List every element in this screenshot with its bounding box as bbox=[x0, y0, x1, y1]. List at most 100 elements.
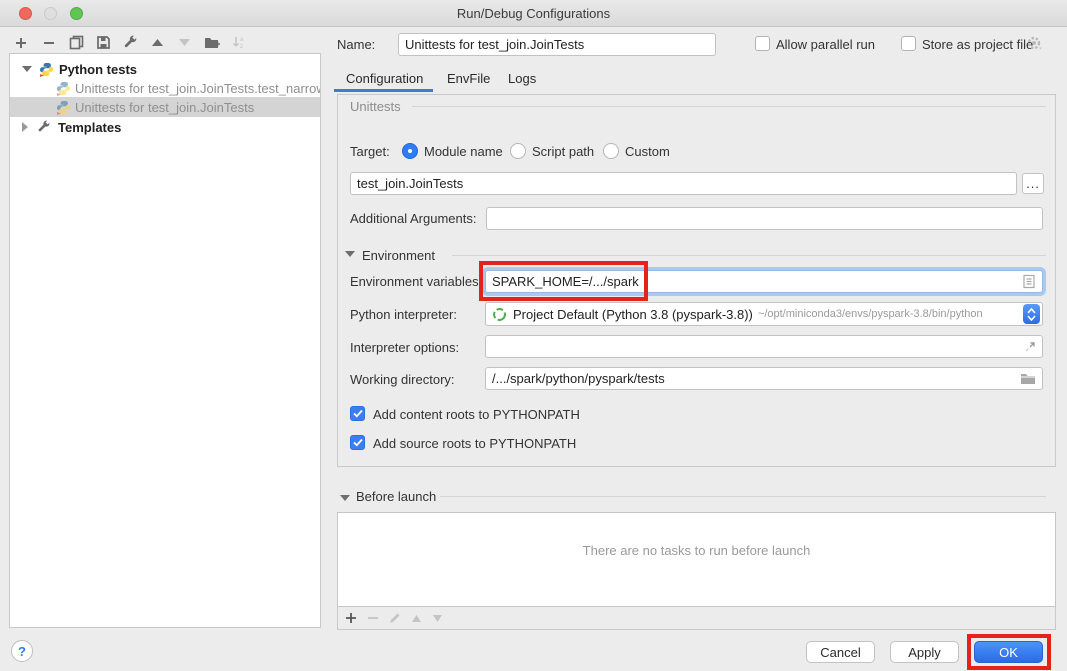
store-as-project-file-checkbox[interactable] bbox=[901, 36, 916, 51]
apply-button[interactable]: Apply bbox=[890, 641, 959, 663]
sort-configurations-icon: az bbox=[231, 34, 248, 51]
environment-variables-label: Environment variables: bbox=[350, 274, 482, 289]
task-move-down-icon bbox=[432, 614, 443, 623]
interpreter-options-label: Interpreter options: bbox=[350, 340, 459, 355]
module-name-value: test_join.JoinTests bbox=[357, 176, 463, 191]
interpreter-options-input[interactable] bbox=[485, 335, 1043, 358]
module-name-input[interactable]: test_join.JoinTests bbox=[350, 172, 1017, 195]
tree-item-python-tests[interactable]: Python tests bbox=[10, 59, 320, 79]
tree-item-templates[interactable]: Templates bbox=[10, 117, 320, 137]
svg-text:a: a bbox=[240, 37, 244, 43]
environment-variables-input[interactable]: SPARK_HOME=/.../spark bbox=[485, 270, 1043, 293]
tree-item-label: Templates bbox=[58, 120, 121, 135]
additional-arguments-label: Additional Arguments: bbox=[350, 211, 476, 226]
interpreter-dropdown-stepper-icon[interactable] bbox=[1023, 304, 1040, 324]
radio-script-path-label: Script path bbox=[532, 144, 594, 159]
remove-configuration-icon[interactable] bbox=[40, 34, 57, 51]
run-debug-configurations-dialog: Run/Debug Configurations az bbox=[0, 0, 1067, 671]
add-source-roots-checkbox[interactable] bbox=[350, 435, 365, 450]
radio-module-name[interactable] bbox=[402, 143, 418, 159]
minimize-window-button bbox=[44, 7, 57, 20]
tab-envfile[interactable]: EnvFile bbox=[447, 71, 490, 86]
folder-browse-icon[interactable] bbox=[1020, 372, 1036, 385]
name-label: Name: bbox=[337, 37, 375, 52]
name-input[interactable]: Unittests for test_join.JoinTests bbox=[398, 33, 716, 56]
add-configuration-icon[interactable] bbox=[12, 34, 29, 51]
environment-section-label: Environment bbox=[362, 248, 435, 263]
expander-closed-icon[interactable] bbox=[22, 122, 28, 132]
apply-label: Apply bbox=[908, 645, 941, 660]
add-content-roots-label: Add content roots to PYTHONPATH bbox=[373, 407, 580, 422]
working-directory-label: Working directory: bbox=[350, 372, 455, 387]
python-tests-icon bbox=[39, 62, 54, 77]
python-interpreter-path: ~/opt/miniconda3/envs/pyspark-3.8/bin/py… bbox=[758, 308, 983, 320]
close-window-button[interactable] bbox=[19, 7, 32, 20]
before-launch-collapse-icon[interactable] bbox=[340, 495, 350, 501]
store-as-project-file-label: Store as project file bbox=[922, 37, 1033, 52]
browse-module-label: ... bbox=[1026, 176, 1040, 191]
tree-item-label: Unittests for test_join.JoinTests.test_n… bbox=[75, 81, 320, 96]
task-move-up-icon bbox=[411, 614, 422, 623]
env-vars-list-icon[interactable] bbox=[1022, 274, 1036, 289]
save-configuration-icon[interactable] bbox=[95, 34, 112, 51]
target-label: Target: bbox=[350, 144, 390, 159]
group-divider bbox=[412, 106, 1046, 107]
zoom-window-button[interactable] bbox=[70, 7, 83, 20]
conda-env-icon bbox=[492, 307, 507, 322]
move-down-icon bbox=[176, 34, 193, 51]
help-label: ? bbox=[18, 644, 26, 659]
environment-collapse-icon[interactable] bbox=[345, 251, 355, 257]
environment-variables-value: SPARK_HOME=/.../spark bbox=[492, 274, 639, 289]
expand-field-icon[interactable] bbox=[1024, 341, 1036, 353]
window-title: Run/Debug Configurations bbox=[0, 0, 1067, 27]
radio-script-path[interactable] bbox=[510, 143, 526, 159]
expander-open-icon[interactable] bbox=[22, 66, 32, 72]
tree-item-test-narrow[interactable]: Unittests for test_join.JoinTests.test_n… bbox=[10, 78, 320, 98]
working-directory-value: /.../spark/python/pyspark/tests bbox=[492, 371, 665, 386]
move-up-icon[interactable] bbox=[149, 34, 166, 51]
ok-label: OK bbox=[999, 645, 1018, 660]
store-options-gear-icon[interactable] bbox=[1026, 35, 1043, 52]
cancel-button[interactable]: Cancel bbox=[806, 641, 875, 663]
before-launch-divider bbox=[440, 496, 1046, 497]
browse-module-button[interactable]: ... bbox=[1022, 173, 1044, 194]
name-value: Unittests for test_join.JoinTests bbox=[405, 37, 584, 52]
radio-custom-label: Custom bbox=[625, 144, 670, 159]
python-interpreter-select[interactable]: Project Default (Python 3.8 (pyspark-3.8… bbox=[485, 302, 1043, 326]
add-source-roots-label: Add source roots to PYTHONPATH bbox=[373, 436, 576, 451]
tree-item-label: Unittests for test_join.JoinTests bbox=[75, 100, 254, 115]
tree-item-label: Python tests bbox=[59, 62, 137, 77]
templates-wrench-icon bbox=[37, 120, 52, 135]
unittests-group-label: Unittests bbox=[350, 99, 401, 114]
configurations-tree: Python tests Unittests for test_join.Joi… bbox=[9, 53, 321, 628]
python-interpreter-label: Python interpreter: bbox=[350, 307, 457, 322]
before-launch-section-label: Before launch bbox=[356, 489, 436, 504]
allow-parallel-run-label: Allow parallel run bbox=[776, 37, 875, 52]
tree-item-jointests-selected[interactable]: Unittests for test_join.JoinTests bbox=[10, 97, 320, 117]
cancel-label: Cancel bbox=[820, 645, 860, 660]
new-folder-icon[interactable] bbox=[203, 34, 220, 51]
add-content-roots-checkbox[interactable] bbox=[350, 406, 365, 421]
tab-configuration[interactable]: Configuration bbox=[346, 71, 423, 86]
before-launch-toolbar bbox=[337, 607, 1056, 630]
python-run-config-icon bbox=[56, 100, 71, 115]
edit-defaults-wrench-icon[interactable] bbox=[122, 34, 139, 51]
before-launch-empty-message: There are no tasks to run before launch bbox=[338, 543, 1055, 558]
python-run-config-icon bbox=[56, 81, 71, 96]
active-tab-underline bbox=[334, 89, 433, 92]
allow-parallel-run-checkbox[interactable] bbox=[755, 36, 770, 51]
additional-arguments-input[interactable] bbox=[486, 207, 1043, 230]
before-launch-task-list: There are no tasks to run before launch bbox=[337, 512, 1056, 607]
working-directory-input[interactable]: /.../spark/python/pyspark/tests bbox=[485, 367, 1043, 390]
radio-custom[interactable] bbox=[603, 143, 619, 159]
add-task-icon[interactable] bbox=[345, 612, 357, 624]
ok-button[interactable]: OK bbox=[974, 641, 1043, 663]
copy-configuration-icon[interactable] bbox=[68, 34, 85, 51]
help-button[interactable]: ? bbox=[11, 640, 33, 662]
environment-divider bbox=[452, 255, 1046, 256]
edit-task-icon bbox=[389, 612, 401, 624]
tab-logs[interactable]: Logs bbox=[508, 71, 536, 86]
radio-module-name-label: Module name bbox=[424, 144, 503, 159]
remove-task-icon bbox=[367, 612, 379, 624]
python-interpreter-name: Project Default (Python 3.8 (pyspark-3.8… bbox=[513, 307, 753, 322]
